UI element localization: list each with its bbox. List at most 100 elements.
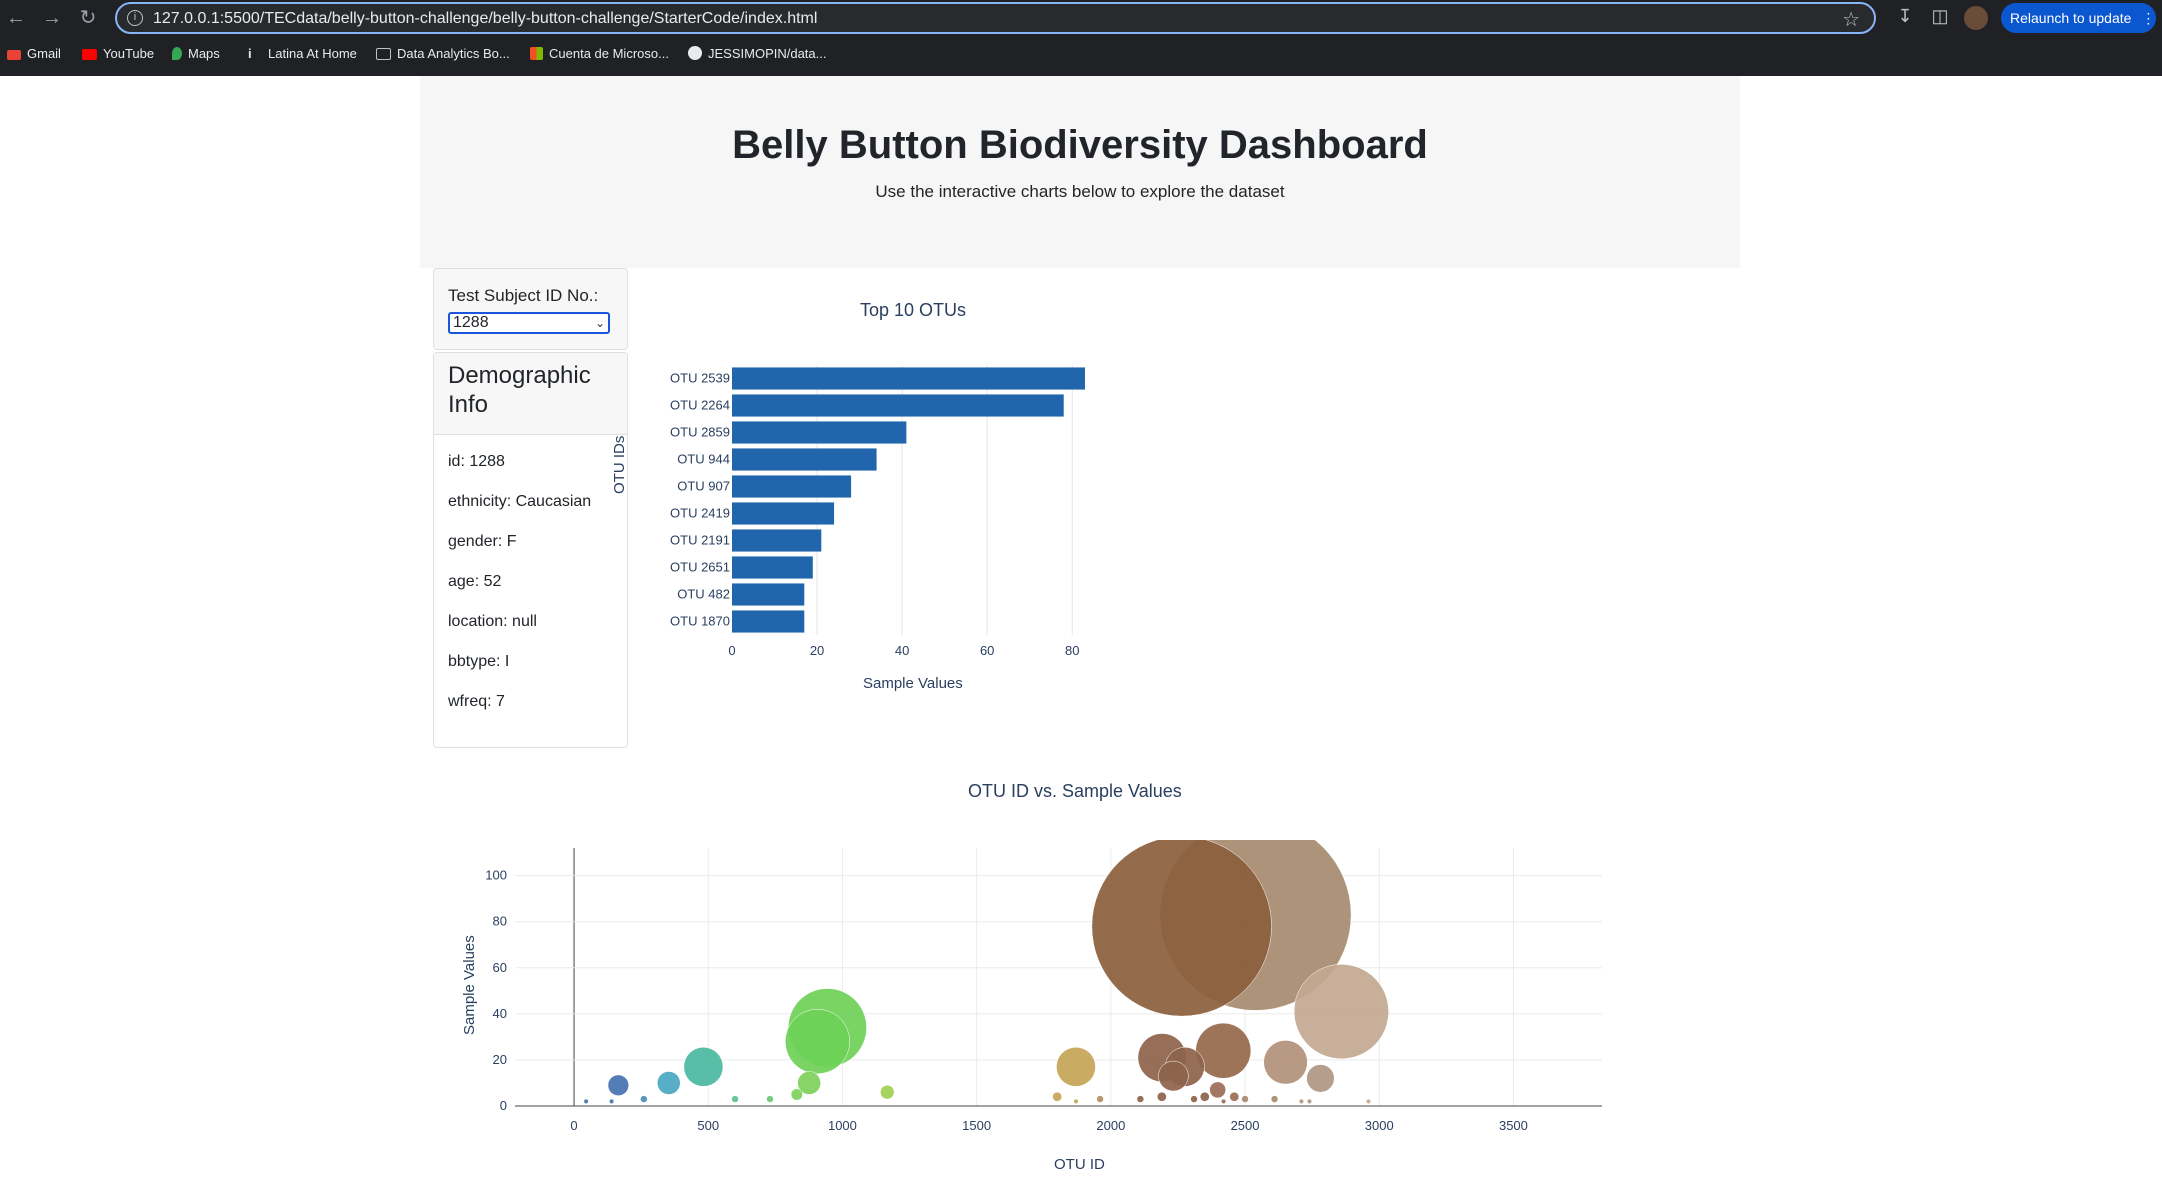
- microsoft-icon: [530, 47, 543, 60]
- bubble-chart-title: OTU ID vs. Sample Values: [968, 781, 1182, 801]
- bar-y-tick-label: OTU 944: [677, 452, 730, 467]
- bubble-y-tick-label: 20: [493, 1052, 507, 1067]
- bubble-y-tick-label: 40: [493, 1006, 507, 1021]
- bar-chart-title: Top 10 OTUs: [860, 300, 967, 320]
- demo-ethnicity: ethnicity: Caucasian: [448, 493, 592, 510]
- bookmark-data-analytics[interactable]: Data Analytics Bo...: [376, 46, 510, 61]
- bubble: [1293, 964, 1389, 1060]
- subject-id-select[interactable]: 1288 ⌄: [448, 312, 610, 334]
- demographic-info-header: Demographic Info: [434, 353, 627, 435]
- bubble-y-tick-label: 100: [485, 868, 507, 883]
- bookmark-latina-at-home[interactable]: i Latina At Home: [248, 46, 357, 61]
- bar-x-tick-label: 0: [728, 643, 735, 658]
- bubble: [1056, 1047, 1096, 1087]
- bar: [732, 610, 805, 633]
- demographic-info-card: Demographic Info id: 1288 ethnicity: Cau…: [433, 352, 628, 748]
- bubble: [640, 1095, 648, 1103]
- bar-y-tick-label: OTU 2191: [670, 533, 730, 548]
- bookmark-star-icon[interactable]: ☆: [1842, 7, 1860, 32]
- browser-chrome: ← → ↻ i 127.0.0.1:5500/TECdata/belly-but…: [0, 0, 2162, 76]
- bubble: [1221, 1098, 1227, 1104]
- bubble-x-tick-label: 0: [570, 1118, 577, 1133]
- bubble: [1158, 1060, 1189, 1092]
- bubble-x-tick-label: 1000: [828, 1118, 857, 1133]
- bar: [732, 394, 1064, 417]
- bookmark-label: Data Analytics Bo...: [397, 46, 510, 61]
- maps-icon: [172, 47, 182, 60]
- page-title: Belly Button Biodiversity Dashboard: [732, 123, 1428, 167]
- bubble: [657, 1071, 681, 1095]
- demo-gender: gender: F: [448, 533, 517, 550]
- bubble: [1270, 1095, 1279, 1103]
- bubble: [880, 1085, 895, 1100]
- bookmark-label: JESSIMOPIN/data...: [708, 46, 827, 61]
- bar-x-tick-label: 60: [980, 643, 994, 658]
- bubble-x-tick-label: 3000: [1365, 1118, 1394, 1133]
- bubble: [766, 1095, 774, 1103]
- demo-wfreq: wfreq: 7: [448, 693, 505, 710]
- header-jumbotron: Belly Button Biodiversity Dashboard Use …: [420, 76, 1740, 268]
- bar-y-tick-label: OTU 2651: [670, 560, 730, 575]
- bar-y-tick-label: OTU 2539: [670, 371, 730, 386]
- site-info-icon[interactable]: i: [127, 10, 143, 26]
- bookmark-youtube[interactable]: YouTube: [82, 46, 154, 61]
- bar-y-tick-label: OTU 482: [677, 587, 730, 602]
- more-menu-icon: ⋮: [2141, 10, 2156, 26]
- reload-icon[interactable]: ↻: [76, 6, 100, 30]
- relaunch-button[interactable]: Relaunch to update ⋮: [2001, 3, 2156, 33]
- relaunch-label: Relaunch to update: [2010, 10, 2132, 26]
- bar-x-tick-label: 20: [810, 643, 824, 658]
- address-bar[interactable]: i 127.0.0.1:5500/TECdata/belly-button-ch…: [115, 2, 1876, 34]
- demo-age: age: 52: [448, 573, 502, 590]
- bookmark-maps[interactable]: Maps: [172, 46, 220, 61]
- bubble: [609, 1098, 615, 1104]
- bubble: [1263, 1040, 1308, 1085]
- gmail-icon: [7, 50, 21, 60]
- bubble: [1052, 1091, 1063, 1102]
- forward-icon[interactable]: →: [40, 6, 64, 30]
- demographic-info-title: Demographic Info: [448, 362, 591, 418]
- bubble: [1298, 1098, 1304, 1104]
- bubble-x-tick-label: 1500: [962, 1118, 991, 1133]
- bar: [732, 529, 822, 552]
- bubble-x-tick-label: 3500: [1499, 1118, 1528, 1133]
- bookmark-gmail[interactable]: Gmail: [7, 46, 61, 61]
- bar: [732, 421, 907, 444]
- bar: [732, 367, 1085, 390]
- bookmark-label: YouTube: [103, 46, 155, 61]
- profile-avatar[interactable]: [1964, 6, 1988, 30]
- bar: [732, 583, 805, 606]
- url-text[interactable]: 127.0.0.1:5500/TECdata/belly-button-chal…: [153, 10, 817, 28]
- bar-y-tick-label: OTU 2264: [670, 398, 730, 413]
- bubble: [1073, 1098, 1079, 1104]
- bubble: [683, 1047, 724, 1087]
- subject-selector-card: Test Subject ID No.: 1288 ⌄: [433, 268, 628, 350]
- bubble: [607, 1074, 629, 1096]
- bubble: [1241, 1095, 1249, 1103]
- youtube-icon: [82, 49, 97, 60]
- bubble-x-tick-label: 2000: [1096, 1118, 1125, 1133]
- bubble: [1365, 1098, 1372, 1104]
- otu-bubble-chart: 0 500 1000 1500 2000 2500 3000 3500 0 20 40 60 80 100: [485, 840, 1602, 1133]
- bubble: [1096, 1095, 1104, 1103]
- demo-location: location: null: [448, 613, 537, 630]
- bookmark-label: Maps: [188, 46, 220, 61]
- back-icon[interactable]: ←: [4, 6, 28, 30]
- bubble-y-tick-label: 80: [493, 914, 507, 929]
- folder-icon: [376, 48, 391, 60]
- bubble: [1209, 1081, 1226, 1099]
- bookmark-cuenta-microsoft[interactable]: Cuenta de Microso...: [530, 46, 669, 61]
- bookmark-label: Latina At Home: [268, 46, 357, 61]
- bar-y-tick-label: OTU 2419: [670, 506, 730, 521]
- bar: [732, 556, 813, 579]
- bar-y-tick-label: OTU 2859: [670, 425, 730, 440]
- bubble: [583, 1098, 589, 1104]
- side-panel-icon[interactable]: ◫: [1928, 6, 1952, 27]
- bubble: [1091, 840, 1272, 1017]
- bubble-x-tick-label: 2500: [1231, 1118, 1260, 1133]
- bubble: [1306, 1098, 1313, 1104]
- bookmark-github[interactable]: JESSIMOPIN/data...: [688, 46, 827, 61]
- bubble-y-tick-label: 0: [500, 1098, 507, 1113]
- download-icon[interactable]: ↧: [1893, 6, 1917, 27]
- bar-chart-ylabel: OTU IDs: [611, 435, 628, 494]
